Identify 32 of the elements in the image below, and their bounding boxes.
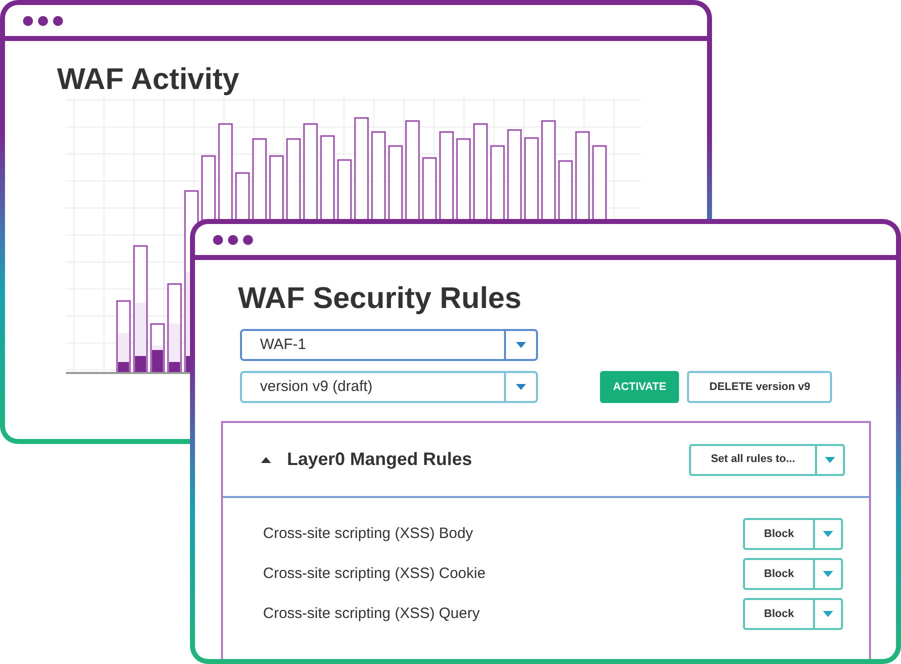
delete-button[interactable]: DELETE version v9: [687, 371, 832, 403]
window-dot-icon: [53, 16, 63, 26]
window-dot-icon: [228, 234, 238, 244]
chart-bar: [422, 157, 437, 221]
action-dropdown[interactable]: Block: [743, 518, 843, 550]
chart-bar: [337, 159, 352, 221]
caret-icon: [825, 456, 835, 462]
window-dot-icon: [38, 16, 48, 26]
caret-icon[interactable]: [261, 456, 271, 462]
rule-name: Cross-site scripting (XSS) Cookie: [263, 564, 486, 584]
window-dot-icon: [243, 234, 253, 244]
window-dot-icon: [213, 234, 223, 244]
rule-name: Cross-site scripting (XSS) Query: [263, 604, 480, 624]
caret-icon: [516, 384, 526, 390]
select-field[interactable]: WAF-1: [240, 329, 538, 361]
window-title: WAF Activity: [57, 63, 240, 96]
action-dropdown[interactable]: Block: [743, 558, 843, 590]
window-dot-icon: [23, 16, 33, 26]
chart-bar: [201, 155, 216, 221]
panel-title: Layer0 Manged Rules: [287, 448, 472, 471]
set-all-dropdown[interactable]: Set all rules to...: [689, 444, 845, 476]
caret-icon: [516, 342, 526, 348]
chart-bar: [269, 155, 284, 221]
caret-icon: [823, 531, 833, 537]
caret-icon: [823, 611, 833, 617]
window-title: WAF Security Rules: [238, 282, 522, 315]
action-dropdown[interactable]: Block: [743, 598, 843, 630]
rule-name: Cross-site scripting (XSS) Body: [263, 524, 474, 544]
chart-bar: [235, 172, 250, 221]
chart-bar: [558, 160, 573, 221]
select-field[interactable]: version v9 (draft): [240, 371, 538, 403]
caret-icon: [823, 571, 833, 577]
